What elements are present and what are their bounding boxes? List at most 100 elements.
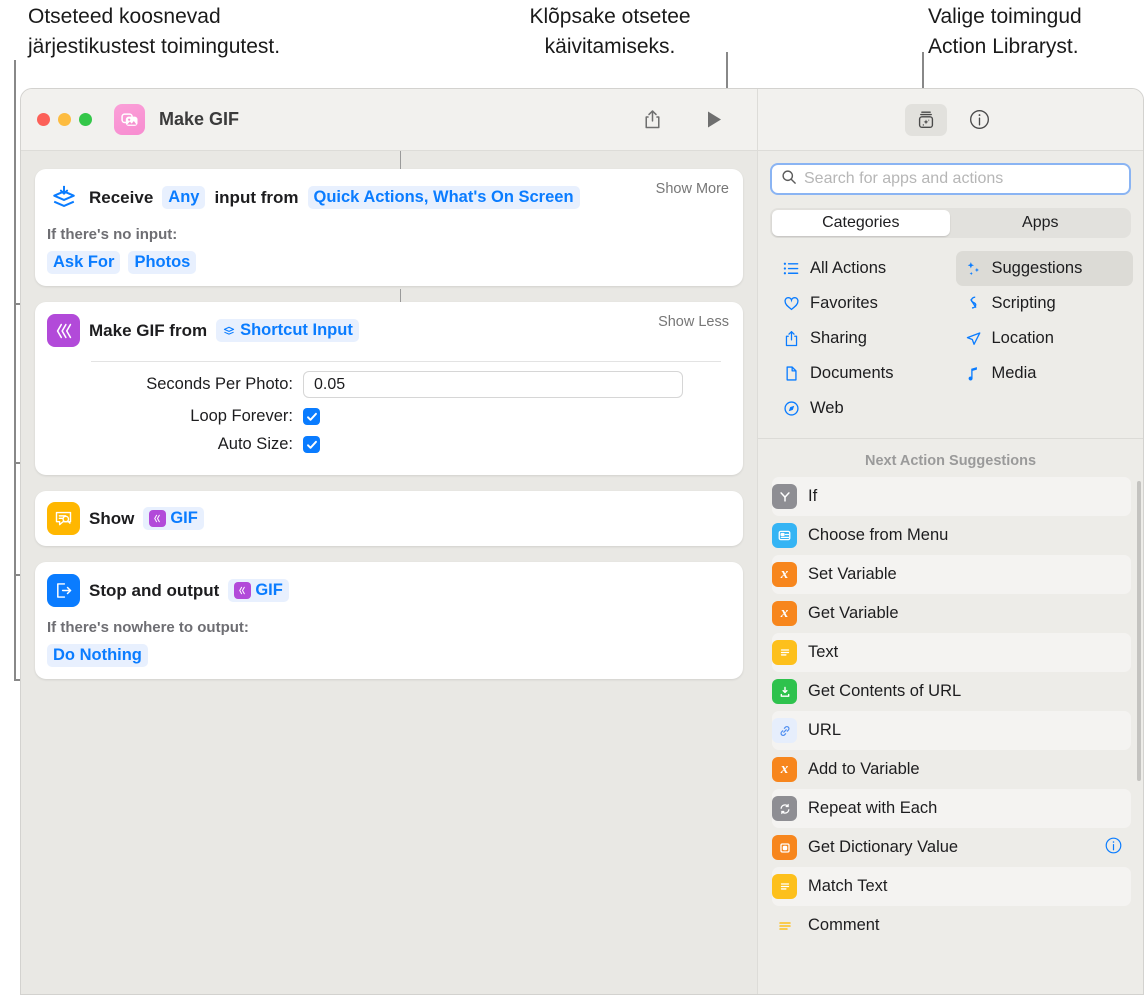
show-less-toggle[interactable]: Show Less xyxy=(646,314,729,330)
action-library-panel: Categories Apps All Actions Sugg xyxy=(758,151,1143,994)
list-bullet-icon xyxy=(782,260,801,277)
callout-run-shortcut: Klõpsake otsetee käivitamiseks. xyxy=(490,2,730,63)
suggestion-comment[interactable]: Comment xyxy=(772,906,1131,945)
suggestion-get-variable[interactable]: x Get Variable xyxy=(772,594,1131,633)
tab-categories[interactable]: Categories xyxy=(772,210,950,236)
info-circle-icon[interactable] xyxy=(963,105,997,135)
shortcut-input-icon xyxy=(222,324,236,338)
param-loop-forever: Loop Forever: xyxy=(47,407,729,426)
leader-line-left xyxy=(14,60,16,680)
receive-input-icon xyxy=(47,181,80,214)
category-scripting[interactable]: Scripting xyxy=(956,286,1134,321)
category-sharing[interactable]: Sharing xyxy=(774,321,952,356)
photos-token[interactable]: Photos xyxy=(128,251,196,274)
category-all-actions[interactable]: All Actions xyxy=(774,251,952,286)
sparkles-icon xyxy=(964,260,983,277)
show-more-toggle[interactable]: Show More xyxy=(644,181,729,197)
zoom-button[interactable] xyxy=(79,113,92,126)
loop-forever-checkbox[interactable] xyxy=(303,408,320,425)
receive-prefix: Receive xyxy=(89,188,153,208)
window-toolbar: Make GIF xyxy=(21,89,1143,151)
suggestion-add-to-variable[interactable]: x Add to Variable xyxy=(772,750,1131,789)
category-label: Web xyxy=(810,399,844,418)
heart-icon xyxy=(782,295,801,312)
input-source-token[interactable]: Quick Actions, What's On Screen xyxy=(308,186,580,209)
action-library-icon[interactable] xyxy=(905,104,947,136)
if-branch-icon xyxy=(772,484,797,509)
share-icon[interactable] xyxy=(635,105,669,135)
download-icon xyxy=(772,679,797,704)
tab-apps[interactable]: Apps xyxy=(952,210,1130,236)
suggestion-match-text[interactable]: Match Text xyxy=(772,867,1131,906)
window-title: Make GIF xyxy=(159,109,239,130)
suggestion-get-dictionary-value[interactable]: Get Dictionary Value xyxy=(772,828,1131,867)
close-button[interactable] xyxy=(37,113,50,126)
library-segmented-control[interactable]: Categories Apps xyxy=(770,208,1131,238)
param-seconds-per-photo: Seconds Per Photo: xyxy=(47,371,729,398)
search-icon xyxy=(781,169,797,190)
suggestion-label: Set Variable xyxy=(808,565,897,584)
suggestion-label: If xyxy=(808,487,817,506)
music-note-icon xyxy=(964,365,983,382)
suggestion-label: Choose from Menu xyxy=(808,526,948,545)
search-field[interactable] xyxy=(770,163,1131,195)
suggestions-header: Next Action Suggestions xyxy=(758,439,1143,477)
show-title: Show xyxy=(89,509,134,529)
action-header: Stop and output GIF xyxy=(47,574,729,607)
action-card-stop-output[interactable]: Stop and output GIF If there's nowhere t… xyxy=(35,562,743,679)
gif-variable-token[interactable]: GIF xyxy=(228,579,289,602)
run-shortcut-button[interactable] xyxy=(697,105,731,135)
suggestion-text[interactable]: Text xyxy=(772,633,1131,672)
suggestion-label: Get Contents of URL xyxy=(808,682,961,701)
category-web[interactable]: Web xyxy=(774,391,952,426)
share-up-icon xyxy=(782,330,801,348)
suggestion-label: Add to Variable xyxy=(808,760,920,779)
nowhere-output-tokens: Do Nothing xyxy=(47,644,729,667)
suggestion-url[interactable]: URL xyxy=(772,711,1131,750)
category-label: All Actions xyxy=(810,259,886,278)
category-label: Scripting xyxy=(992,294,1056,313)
variable-icon: x xyxy=(772,601,797,626)
auto-size-checkbox[interactable] xyxy=(303,436,320,453)
action-card-show[interactable]: Show GIF xyxy=(35,491,743,546)
show-result-icon xyxy=(47,502,80,535)
card-divider xyxy=(91,361,721,362)
text-icon xyxy=(772,874,797,899)
input-type-token[interactable]: Any xyxy=(162,186,205,209)
shortcuts-window: Make GIF xyxy=(20,88,1144,995)
do-nothing-token[interactable]: Do Nothing xyxy=(47,644,148,667)
no-input-label: If there's no input: xyxy=(47,226,729,243)
suggestion-get-contents-of-url[interactable]: Get Contents of URL xyxy=(772,672,1131,711)
suggestion-if[interactable]: If xyxy=(772,477,1131,516)
callout-action-library: Valige toimingud Action Libraryst. xyxy=(928,2,1082,63)
document-icon xyxy=(782,365,801,382)
category-media[interactable]: Media xyxy=(956,356,1134,391)
variable-icon: x xyxy=(772,757,797,782)
suggestion-choose-from-menu[interactable]: Choose from Menu xyxy=(772,516,1131,555)
category-favorites[interactable]: Favorites xyxy=(774,286,952,321)
action-header: Receive Any input from Quick Actions, Wh… xyxy=(47,181,729,214)
gif-token-icon xyxy=(234,582,251,599)
suggestions-scrollbar[interactable] xyxy=(1137,481,1141,781)
variable-icon: x xyxy=(772,562,797,587)
suggestion-set-variable[interactable]: x Set Variable xyxy=(772,555,1131,594)
suggestions-list: If Choose from Menu x Set Variable x xyxy=(758,477,1143,994)
ask-for-token[interactable]: Ask For xyxy=(47,251,120,274)
shortcut-input-token[interactable]: Shortcut Input xyxy=(216,319,359,342)
suggestion-label: Comment xyxy=(808,916,880,935)
category-documents[interactable]: Documents xyxy=(774,356,952,391)
action-card-receive[interactable]: Receive Any input from Quick Actions, Wh… xyxy=(35,169,743,286)
comment-icon xyxy=(772,913,797,938)
category-suggestions[interactable]: Suggestions xyxy=(956,251,1134,286)
traffic-lights[interactable] xyxy=(37,113,92,126)
category-location[interactable]: Location xyxy=(956,321,1134,356)
search-input[interactable] xyxy=(804,170,1120,188)
category-label: Suggestions xyxy=(992,259,1083,278)
seconds-per-photo-input[interactable] xyxy=(303,371,683,398)
gif-variable-token[interactable]: GIF xyxy=(143,507,204,530)
minimize-button[interactable] xyxy=(58,113,71,126)
suggestion-repeat-with-each[interactable]: Repeat with Each xyxy=(772,789,1131,828)
param-label: Seconds Per Photo: xyxy=(47,375,303,394)
info-circle-icon[interactable] xyxy=(1104,836,1123,860)
action-card-make-gif[interactable]: Make GIF from Shortcut Input Show Less S… xyxy=(35,302,743,475)
